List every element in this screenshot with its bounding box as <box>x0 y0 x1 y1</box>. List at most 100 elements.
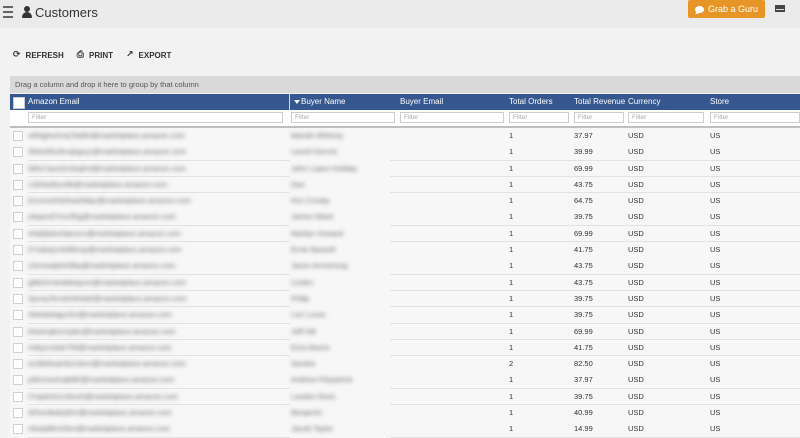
buyer-name-cell: James Ward <box>291 212 333 222</box>
col-store[interactable]: Store <box>710 94 729 110</box>
row-checkbox[interactable] <box>13 147 23 158</box>
amazon-email-cell: 2pvxq7kmwh4tnbdr@marketplace.amazon.com <box>28 293 187 303</box>
total-orders-cell: 1 <box>509 375 514 385</box>
buyer-name-cell: Sandra <box>291 359 316 369</box>
buyer-name-filter-input[interactable] <box>291 112 395 123</box>
person-icon <box>22 6 32 18</box>
col-amazon-email[interactable]: Amazon Email <box>28 94 80 110</box>
total-orders-cell: 1 <box>509 212 514 222</box>
total-orders-cell: 1 <box>509 342 514 352</box>
buyer-name-cell: Benjamin <box>291 408 323 418</box>
row-checkbox[interactable] <box>13 424 23 435</box>
total-revenue-cell: 69.99 <box>574 163 593 173</box>
table-row[interactable]: w1bkt6xqn9zmdvrs@marketplace.amazon.com S… <box>10 356 800 373</box>
col-buyer-name[interactable]: Buyer Name <box>301 94 345 110</box>
currency-cell: USD <box>628 375 644 385</box>
table-row[interactable]: n6wqt9kx3rbm@marketplace.amazon.com Jacob… <box>10 421 800 438</box>
print-button[interactable]: ⎙ PRINT <box>77 50 113 60</box>
row-checkbox[interactable] <box>13 375 23 386</box>
col-total-orders[interactable]: Total Orders <box>509 94 553 110</box>
total-orders-cell: 1 <box>509 179 514 189</box>
page-title: Customers <box>35 4 98 20</box>
grab-a-guru-button[interactable]: Grab a Guru <box>688 0 765 18</box>
currency-cell: USD <box>628 212 644 222</box>
refresh-label: REFRESH <box>25 50 64 60</box>
table-row[interactable]: b1vmx4rt92hwe8dqc@marketplace.amazon.com… <box>10 193 800 210</box>
currency-filter-input[interactable] <box>628 112 704 123</box>
refresh-button[interactable]: ⟳ REFRESH <box>13 50 64 60</box>
row-checkbox[interactable] <box>13 391 23 402</box>
row-checkbox[interactable] <box>13 277 23 288</box>
table-row[interactable]: z3nmwq9xh5lkp@marketplace.amazon.com Jaso… <box>10 258 800 275</box>
store-cell: US <box>710 179 721 189</box>
row-checkbox[interactable] <box>13 179 23 190</box>
top-bar: Customers Grab a Guru <box>0 0 800 28</box>
table-row[interactable]: 9dhs7pw1kn3xqlmt@marketplace.amazon.com J… <box>10 160 800 178</box>
total-revenue-cell: 69.99 <box>574 228 593 238</box>
table-row[interactable]: t7rqwk3mz1bnxh@marketplace.amazon.com Lan… <box>10 388 800 406</box>
amazon-email-cell: p5kmxw2rq8dth@marketplace.amazon.com <box>28 375 175 385</box>
total-orders-cell: 1 <box>509 408 514 418</box>
row-checkbox[interactable] <box>13 228 23 239</box>
table-row[interactable]: h7xdwq1nkt9bsvp@marketplace.amazon.com Er… <box>10 242 800 259</box>
table-row[interactable]: d2hxn8wkq5tm@marketplace.amazon.com Benja… <box>10 405 800 422</box>
store-cell: US <box>710 359 721 369</box>
table-row[interactable]: c2k5tw8ryv6b@marketplace.amazon.com Dan 1 4… <box>10 176 800 194</box>
col-currency[interactable]: Currency <box>628 94 660 110</box>
amazon-email-cell: d2hxn8wkq5tm@marketplace.amazon.com <box>28 408 172 418</box>
export-button[interactable]: ↗ EXPORT <box>126 50 171 60</box>
table-row[interactable]: k4wtnq8xm2pbv@marketplace.amazon.com Jeff… <box>10 323 800 341</box>
table-row[interactable]: 4rtkj8plxw3qmzcv@marketplace.amazon.com M… <box>10 225 800 243</box>
buyer-name-cell: Jason Armstrong <box>291 261 348 271</box>
row-checkbox[interactable] <box>13 326 23 337</box>
currency-cell: USD <box>628 245 644 255</box>
row-checkbox[interactable] <box>13 359 23 370</box>
table-row[interactable]: y5qwnd7mz2lhg@marketplace.amazon.com Jame… <box>10 209 800 226</box>
table-row[interactable]: x8f4gkw2mq7bd9rt@marketplace.amazon.com M… <box>10 128 800 145</box>
table-row[interactable]: p5kmxw2rq8dth@marketplace.amazon.com Andr… <box>10 372 800 389</box>
currency-cell: USD <box>628 147 644 157</box>
row-checkbox[interactable] <box>13 293 23 304</box>
total-revenue-cell: 40.99 <box>574 408 593 418</box>
chat-icon <box>694 5 704 13</box>
sort-desc-icon[interactable] <box>294 100 300 104</box>
row-checkbox[interactable] <box>13 261 23 272</box>
row-checkbox[interactable] <box>13 245 23 256</box>
store-cell: US <box>710 277 721 287</box>
buyer-name-cell: John Lopez-Holiday <box>291 163 358 173</box>
group-by-drop-zone[interactable]: Drag a column and drop it here to group … <box>10 76 800 93</box>
envelope-icon[interactable] <box>775 5 785 12</box>
buyer-name-cell: Landon Rees <box>291 391 336 401</box>
buyer-email-filter-input[interactable] <box>400 112 504 123</box>
select-all-checkbox[interactable] <box>13 97 25 109</box>
row-checkbox[interactable] <box>13 408 23 419</box>
total-orders-cell: 1 <box>509 261 514 271</box>
col-buyer-email[interactable]: Buyer Email <box>400 94 443 110</box>
row-checkbox[interactable] <box>13 212 23 223</box>
hamburger-icon[interactable] <box>3 6 13 18</box>
col-total-revenue[interactable]: Total Revenue <box>574 94 625 110</box>
total-orders-filter-input[interactable] <box>509 112 569 123</box>
store-filter-input[interactable] <box>710 112 800 123</box>
buyer-name-cell: Lori Lucas <box>291 310 326 320</box>
buyer-name-cell: Ernie Bassett <box>291 245 336 255</box>
table-row[interactable]: 3hbn0tkv9rcq5gxyz@marketplace.amazon.com… <box>10 144 800 161</box>
currency-cell: USD <box>628 131 644 140</box>
amazon-email-filter-input[interactable] <box>28 112 283 123</box>
row-checkbox[interactable] <box>13 131 23 141</box>
row-checkbox[interactable] <box>13 310 23 321</box>
print-icon: ⎙ <box>76 50 84 60</box>
row-checkbox[interactable] <box>13 163 23 174</box>
table-row[interactable]: m9qzrx3wk7hlt@marketplace.amazon.com Ezra… <box>10 339 800 357</box>
row-checkbox[interactable] <box>13 196 23 207</box>
row-checkbox[interactable] <box>13 342 23 353</box>
table-row[interactable]: r8xkdw5qpz3m@marketplace.amazon.com Lori … <box>10 307 800 324</box>
table-row[interactable]: 2pvxq7kmwh4tnbdr@marketplace.amazon.com P… <box>10 290 800 308</box>
store-cell: US <box>710 196 721 206</box>
amazon-email-cell: 9dhs7pw1kn3xqlmt@marketplace.amazon.com <box>28 163 186 173</box>
store-cell: US <box>710 163 721 173</box>
table-row[interactable]: g6bt2rmkx8dwqzvn@marketplace.amazon.com L… <box>10 274 800 292</box>
total-orders-cell: 1 <box>509 163 514 173</box>
total-orders-cell: 1 <box>509 391 514 401</box>
total-revenue-filter-input[interactable] <box>574 112 624 123</box>
